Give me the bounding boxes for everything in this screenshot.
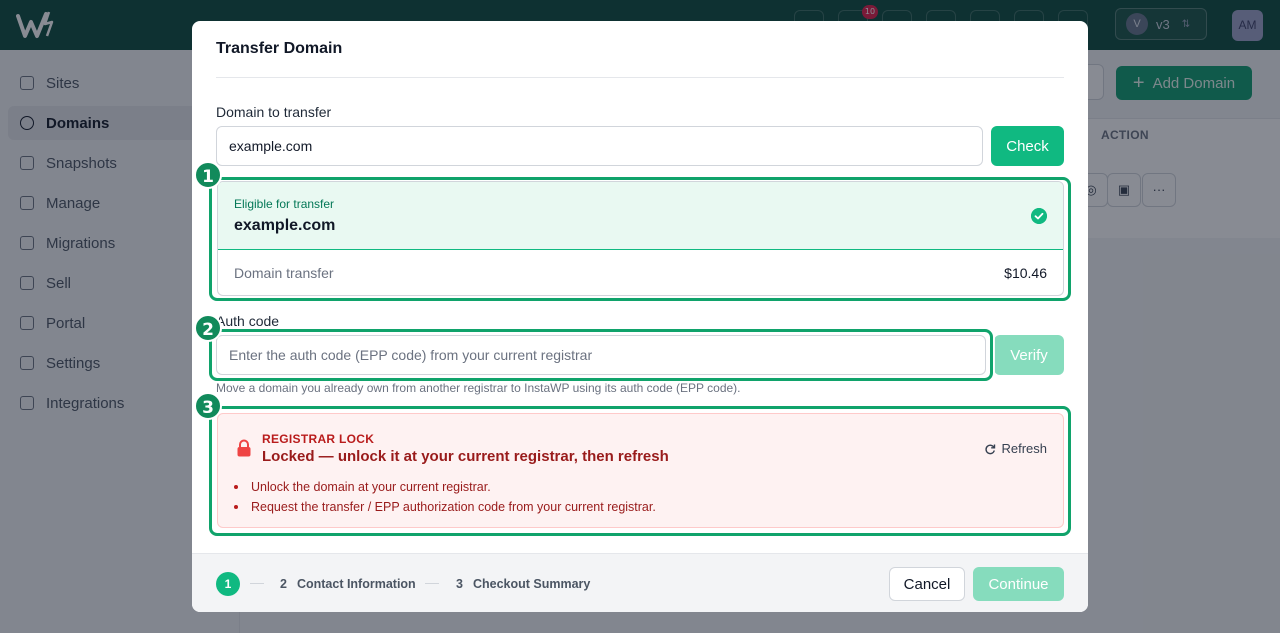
annotation-badge-3: 3 — [194, 392, 222, 420]
step-label: Checkout Summary — [472, 576, 591, 591]
highlight-box-1 — [209, 177, 1071, 301]
auth-code-label: Auth code — [216, 313, 280, 329]
auth-code-helper-text: Move a domain you already own from anoth… — [216, 381, 741, 395]
cancel-button[interactable]: Cancel — [889, 567, 965, 601]
annotation-badge-1: 1 — [194, 161, 222, 189]
annotation-badge-2: 2 — [194, 314, 222, 342]
modal-title: Transfer Domain — [216, 40, 343, 57]
divider — [216, 77, 1064, 78]
domain-field-label: Domain to transfer — [216, 104, 332, 120]
highlight-box-3 — [209, 406, 1071, 536]
step-separator — [250, 583, 264, 584]
domain-input[interactable] — [216, 126, 983, 166]
continue-button[interactable]: Continue — [973, 567, 1064, 601]
step-label: Contact Information — [296, 576, 416, 591]
check-button[interactable]: Check — [991, 126, 1064, 166]
step-1: 1 — [216, 554, 240, 612]
step-3: 3 Checkout Summary — [456, 554, 590, 612]
step-2: 2 Contact Information — [280, 554, 416, 612]
verify-button[interactable]: Verify — [994, 335, 1064, 375]
step-separator — [425, 583, 439, 584]
step-number: 3 — [456, 576, 463, 591]
highlight-box-2 — [209, 329, 993, 381]
step-number: 1 — [216, 571, 240, 596]
step-number: 2 — [280, 576, 287, 591]
modal-footer: 1 2 Contact Information 3 Checkout Summa… — [192, 553, 1088, 612]
